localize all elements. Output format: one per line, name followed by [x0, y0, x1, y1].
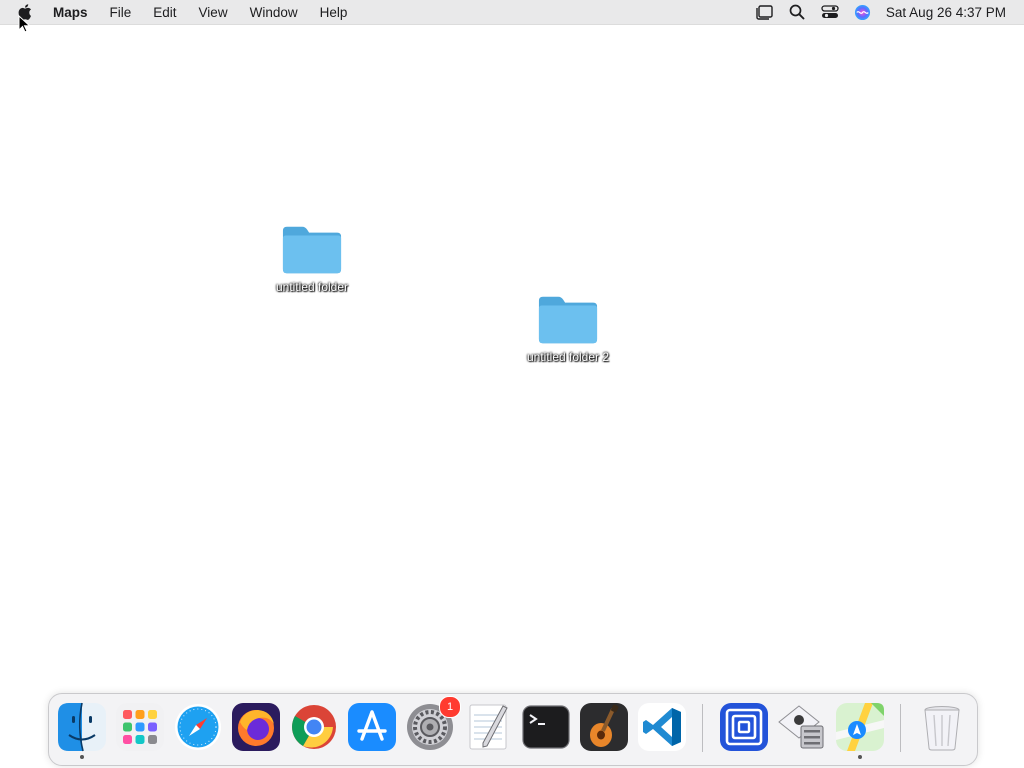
stage-manager-icon[interactable]: [754, 3, 774, 21]
dock-app-store[interactable]: [347, 702, 397, 752]
folder-label: untitled folder 2: [526, 350, 610, 364]
spotlight-search-icon[interactable]: [787, 3, 807, 21]
desktop-folder[interactable]: untitled folder: [257, 224, 367, 294]
dock-vscode[interactable]: [637, 702, 687, 752]
terminal-icon: [522, 705, 570, 749]
migration-assistant-icon: [778, 705, 824, 749]
folder-icon: [538, 296, 598, 344]
menu-window[interactable]: Window: [250, 5, 298, 20]
dock-firefox[interactable]: [231, 702, 281, 752]
chrome-icon: [292, 705, 336, 749]
app-store-icon: [348, 703, 396, 751]
folder-label: untitled folder: [275, 280, 349, 294]
notification-badge: 1: [439, 696, 461, 718]
dock-finder[interactable]: [57, 702, 107, 759]
dock-safari[interactable]: [173, 702, 223, 752]
dock-separator: [702, 704, 703, 752]
trash-icon: [924, 706, 960, 751]
vscode-icon: [638, 703, 686, 751]
running-indicator: [80, 755, 84, 759]
status-area: Sat Aug 26 4:37 PM: [754, 0, 1024, 24]
running-indicator: [858, 755, 862, 759]
menu-app-name[interactable]: Maps: [53, 5, 88, 20]
dock-migration-assistant[interactable]: [777, 702, 827, 752]
menu-bar: Maps File Edit View Window Help Sat Aug …: [0, 0, 1024, 25]
finder-icon: [58, 702, 106, 752]
dock-separator: [900, 704, 901, 752]
menu-file[interactable]: File: [110, 5, 132, 20]
desktop-folder[interactable]: untitled folder 2: [513, 294, 623, 364]
menubar-clock[interactable]: Sat Aug 26 4:37 PM: [886, 5, 1006, 20]
screen-sharing-icon: [720, 703, 768, 751]
menu-view[interactable]: View: [199, 5, 228, 20]
menu-edit[interactable]: Edit: [153, 5, 176, 20]
dock-screen-sharing[interactable]: [719, 702, 769, 752]
textedit-icon: [469, 704, 508, 750]
dock-maps[interactable]: [835, 702, 885, 759]
maps-icon: [836, 703, 884, 751]
dock: 1: [48, 693, 978, 766]
launchpad-icon: [116, 703, 164, 751]
dock-trash[interactable]: [917, 702, 967, 752]
control-center-icon[interactable]: [820, 3, 840, 21]
safari-icon: [175, 704, 221, 750]
garageband-icon: [580, 703, 628, 751]
dock-garageband[interactable]: [579, 702, 629, 752]
dock-terminal[interactable]: [521, 702, 571, 752]
menu-help[interactable]: Help: [320, 5, 348, 20]
dock-textedit[interactable]: [463, 702, 513, 752]
firefox-icon: [232, 703, 280, 751]
dock-launchpad[interactable]: [115, 702, 165, 752]
dock-system-settings[interactable]: 1: [405, 696, 461, 752]
dock-chrome[interactable]: [289, 702, 339, 752]
mouse-pointer-icon: [18, 14, 32, 33]
siri-icon[interactable]: [853, 3, 873, 21]
folder-icon: [282, 226, 342, 274]
